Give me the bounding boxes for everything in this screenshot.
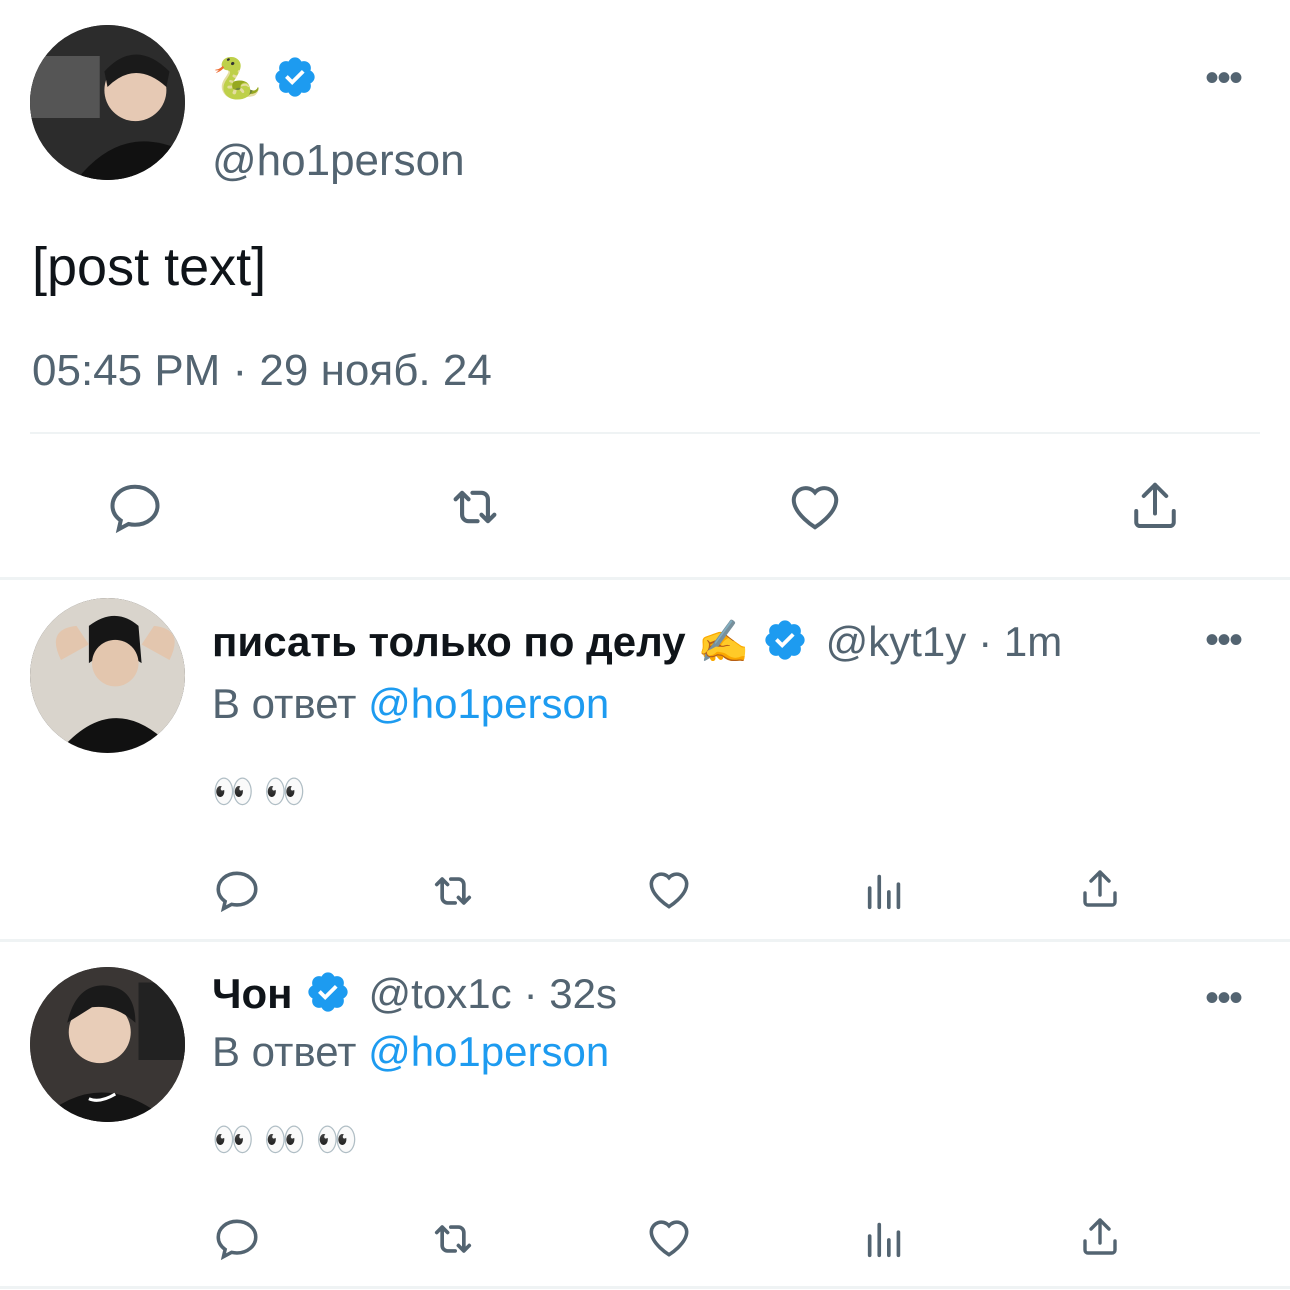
- verified-badge-icon: [272, 54, 318, 105]
- reply-more-icon[interactable]: •••: [1205, 978, 1243, 1018]
- reply-icon[interactable]: [105, 478, 165, 538]
- verified-badge-icon: [305, 969, 351, 1020]
- verified-badge-icon: [762, 617, 808, 668]
- reply-icon[interactable]: [212, 866, 262, 916]
- like-icon[interactable]: [785, 476, 845, 536]
- retweet-icon[interactable]: [425, 1213, 481, 1265]
- section-divider: [0, 577, 1290, 580]
- reply-text: 👀 👀 👀: [212, 1121, 358, 1159]
- reply-avatar[interactable]: [30, 967, 185, 1122]
- reply-divider: [0, 1286, 1290, 1289]
- main-display-name: 🐍: [212, 57, 262, 101]
- reply-handle[interactable]: @tox1c: [369, 970, 512, 1018]
- reply-divider: [0, 939, 1290, 942]
- share-icon[interactable]: [1125, 476, 1185, 536]
- reply-time[interactable]: · 32s: [524, 970, 617, 1018]
- reply-context: В ответ @ho1person: [212, 1028, 609, 1076]
- reply-more-icon[interactable]: •••: [1205, 620, 1243, 660]
- reply-display-name[interactable]: писать только по делу ✍️: [212, 618, 750, 667]
- reply-to-link[interactable]: @ho1person: [368, 1028, 609, 1075]
- reply-context: В ответ @ho1person: [212, 680, 609, 728]
- retweet-icon[interactable]: [442, 476, 508, 538]
- views-icon[interactable]: [862, 1214, 908, 1262]
- reply-text: 👀 👀: [212, 773, 307, 811]
- views-icon[interactable]: [862, 866, 908, 914]
- reply-prefix: В ответ: [212, 1028, 357, 1075]
- reply-header: Чон @tox1c · 32s: [212, 966, 617, 1022]
- reply-time[interactable]: · 1m: [978, 618, 1062, 666]
- reply-prefix: В ответ: [212, 680, 357, 727]
- reply-display-name[interactable]: Чон: [212, 970, 293, 1018]
- share-icon[interactable]: [1076, 864, 1124, 914]
- like-icon[interactable]: [644, 864, 694, 914]
- reply-header: писать только по делу ✍️ @kyt1y · 1m: [212, 614, 1062, 670]
- main-display-name-row[interactable]: 🐍: [212, 54, 318, 104]
- reply-avatar[interactable]: [30, 598, 185, 753]
- main-avatar[interactable]: [30, 25, 185, 180]
- retweet-icon[interactable]: [425, 865, 481, 917]
- main-handle[interactable]: @ho1person: [212, 138, 465, 184]
- main-tweet-text: [post text]: [32, 237, 267, 297]
- share-icon[interactable]: [1076, 1212, 1124, 1262]
- reply-to-link[interactable]: @ho1person: [368, 680, 609, 727]
- reply-icon[interactable]: [212, 1214, 262, 1264]
- main-timestamp[interactable]: 05:45 PM · 29 нояб. 24: [32, 348, 492, 394]
- main-more-icon[interactable]: •••: [1205, 58, 1243, 98]
- main-divider: [30, 432, 1260, 434]
- reply-handle[interactable]: @kyt1y: [826, 618, 967, 666]
- like-icon[interactable]: [644, 1212, 694, 1262]
